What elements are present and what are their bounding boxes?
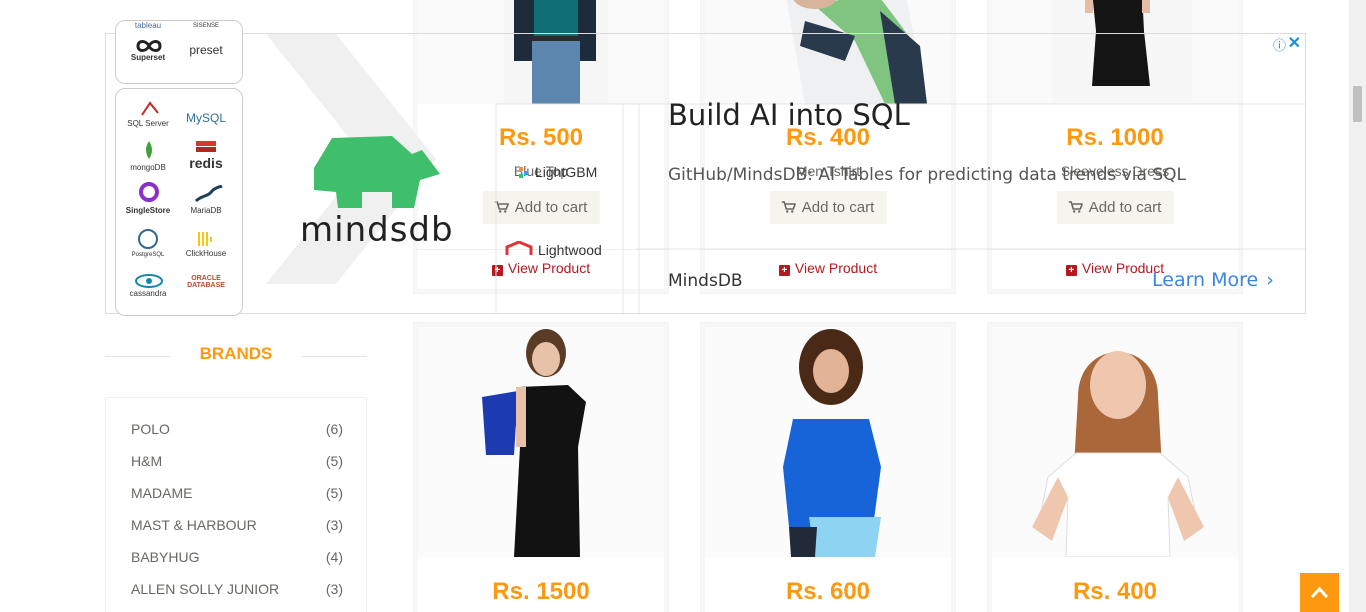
mongodb-icon bbox=[146, 141, 152, 159]
lightgbm-icon bbox=[519, 167, 528, 178]
ad-brand: MindsDB bbox=[668, 271, 743, 291]
product-price: Rs. 1500 bbox=[492, 578, 590, 605]
chevron-up-icon bbox=[1310, 586, 1329, 599]
product-image bbox=[705, 327, 951, 557]
woman-black-dress-image bbox=[418, 327, 664, 557]
product-image bbox=[992, 327, 1238, 557]
oracle-logo: ORACLE DATABASE bbox=[187, 275, 225, 289]
singlestore-icon bbox=[139, 182, 159, 202]
brand-count: (6) bbox=[325, 421, 343, 437]
brand-link-madame[interactable]: MADAME (5) bbox=[131, 485, 343, 501]
brands-heading: BRANDS bbox=[105, 344, 367, 364]
brand-name: H&M bbox=[131, 453, 163, 469]
brand-name: BABYHUG bbox=[131, 549, 200, 565]
cassandra-icon bbox=[135, 274, 163, 288]
brand-count: (3) bbox=[325, 517, 343, 533]
product-card-white-top: Rs. 400 bbox=[987, 322, 1243, 612]
mongodb-logo: mongoDB bbox=[130, 163, 166, 172]
postgresql-logo: PostgreSQL bbox=[131, 252, 165, 258]
preset-logo: preset bbox=[189, 43, 223, 57]
ad-close-icon[interactable]: ✕ bbox=[1288, 33, 1301, 53]
brand-link-hm[interactable]: H&M (5) bbox=[131, 453, 343, 469]
cassandra-logo: cassandra bbox=[129, 289, 167, 298]
brand-link-polo[interactable]: POLO (6) bbox=[131, 421, 343, 437]
brand-name: POLO bbox=[131, 421, 170, 437]
redis-logo: redis bbox=[189, 155, 223, 171]
heading-rule-right bbox=[301, 356, 367, 357]
mysql-logo: MySQL bbox=[185, 111, 226, 125]
scroll-to-top-button[interactable] bbox=[1300, 573, 1339, 612]
singlestore-logo: SingleStore bbox=[125, 206, 171, 215]
learn-more-label: Learn More bbox=[1152, 269, 1259, 291]
ad-description: GitHub/MindsDB: AI Tables for predicting… bbox=[668, 165, 1186, 185]
mariadb-icon bbox=[194, 185, 223, 203]
sisense-logo: SISENSE bbox=[192, 23, 219, 29]
clickhouse-logo: ClickHouse bbox=[185, 249, 227, 258]
product-card-black-dress: Rs. 1500 bbox=[413, 322, 669, 612]
girl-white-top-image bbox=[992, 327, 1238, 557]
superset-logo: Superset bbox=[130, 53, 166, 62]
brands-list: POLO (6) H&M (5) MADAME (5) MAST & HARBOUR (… bbox=[105, 397, 367, 612]
clickhouse-icon bbox=[198, 232, 212, 246]
page: Rs. 500 Blue Top Add to cart + View Produ… bbox=[0, 0, 1366, 612]
brand-count: (4) bbox=[325, 549, 343, 565]
bi-tools-logo-box: tableau SISENSE Superset preset bbox=[115, 20, 243, 84]
scrollbar-thumb[interactable] bbox=[1353, 86, 1362, 122]
page-scrollbar[interactable] bbox=[1349, 0, 1366, 612]
postgresql-icon bbox=[138, 229, 158, 249]
product-image bbox=[418, 327, 664, 557]
tableau-logo: tableau bbox=[134, 21, 162, 30]
product-price: Rs. 400 bbox=[1072, 578, 1158, 605]
brand-count: (5) bbox=[325, 453, 343, 469]
learn-more-link[interactable]: Learn More › bbox=[1152, 269, 1274, 291]
ad-info-icon[interactable]: ⓘ bbox=[1273, 35, 1286, 54]
product-price: Rs. 600 bbox=[785, 578, 871, 605]
lightgbm-logo: LightGBM bbox=[535, 164, 598, 180]
brands-title: BRANDS bbox=[199, 344, 273, 363]
brand-link-babyhug[interactable]: BABYHUG (4) bbox=[131, 549, 343, 565]
sql-server-logo: SQL Server bbox=[127, 119, 169, 128]
lightwood-icon bbox=[505, 241, 533, 255]
ad-headline: Build AI into SQL bbox=[668, 98, 910, 132]
product-card-blue-sweater: Rs. 600 bbox=[700, 322, 956, 612]
brand-count: (5) bbox=[325, 485, 343, 501]
brand-name: MADAME bbox=[131, 485, 193, 501]
brand-link-mast-harbour[interactable]: MAST & HARBOUR (3) bbox=[131, 517, 343, 533]
brand-name: MAST & HARBOUR bbox=[131, 517, 257, 533]
heading-rule-left bbox=[105, 356, 171, 357]
chevron-right-icon: › bbox=[1266, 269, 1274, 291]
database-logo-box: SQL Server MySQL mongoDB redis SingleSto… bbox=[115, 88, 243, 316]
superset-icon bbox=[136, 40, 162, 52]
mindsdb-wordmark: mindsdb bbox=[300, 210, 454, 250]
brand-count: (3) bbox=[325, 581, 343, 597]
brand-link-allen-solly-junior[interactable]: ALLEN SOLLY JUNIOR (3) bbox=[131, 581, 343, 597]
sql-server-icon bbox=[141, 101, 159, 116]
lightwood-logo: Lightwood bbox=[538, 242, 602, 258]
mariadb-logo: MariaDB bbox=[190, 206, 222, 215]
woman-blue-sweater-image bbox=[705, 327, 951, 557]
brand-name: ALLEN SOLLY JUNIOR bbox=[131, 581, 280, 597]
